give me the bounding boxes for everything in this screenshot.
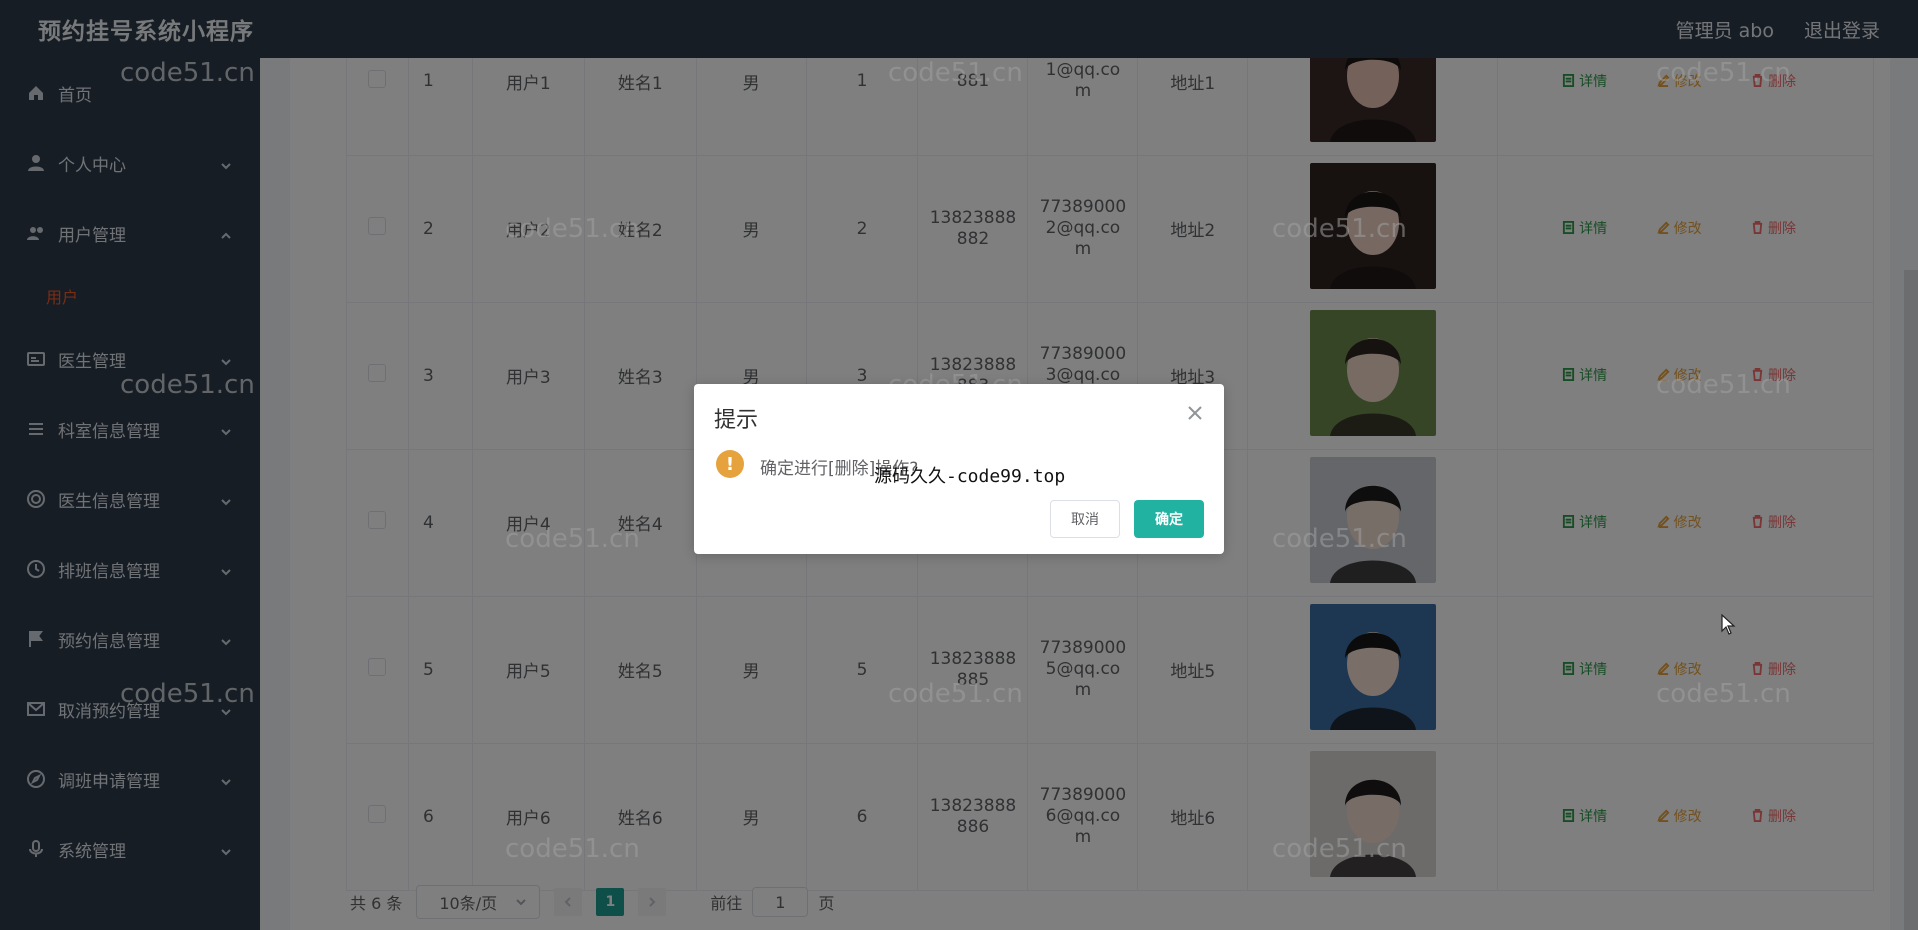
dialog-overlay-text: 源码久久-code99.top [874,466,1066,487]
close-icon[interactable] [1186,404,1204,422]
cancel-button[interactable]: 取消 [1050,500,1120,538]
warning-icon: ! [716,450,744,478]
confirm-dialog: 提示 ! 确定进行[删除]操作? 源码久久-code99.top 取消 确定 [694,384,1224,554]
dialog-title: 提示 [714,408,759,433]
confirm-button[interactable]: 确定 [1134,500,1204,538]
mouse-cursor-icon [1721,613,1737,636]
